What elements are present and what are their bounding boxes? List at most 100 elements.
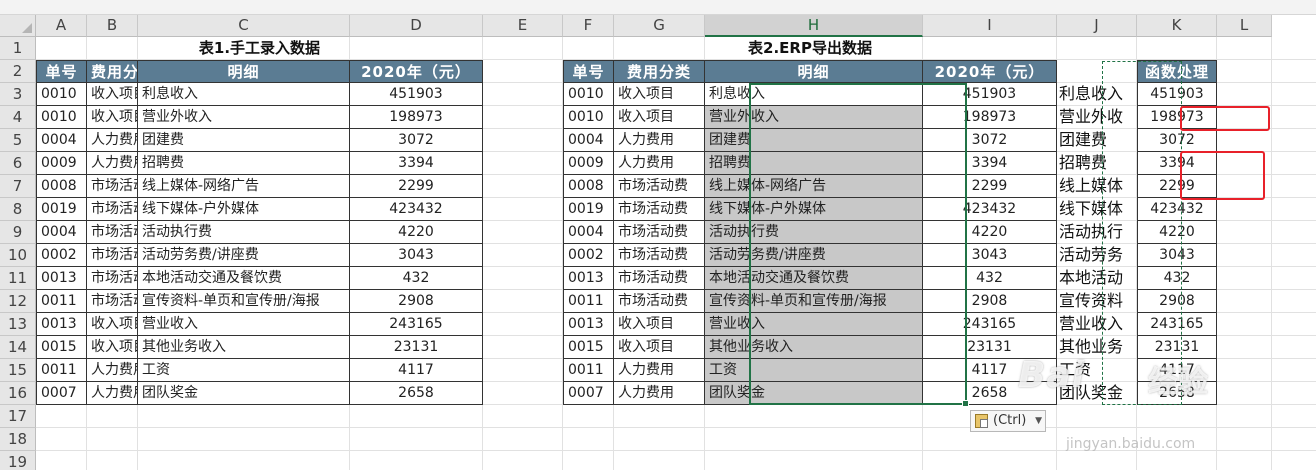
- table1-cell[interactable]: 人力费用: [87, 359, 138, 382]
- table2-cell[interactable]: 市场活动费: [614, 267, 705, 290]
- table2-cell[interactable]: 0004: [563, 129, 614, 152]
- table1-cell[interactable]: 利息收入: [138, 83, 350, 106]
- table1-cell[interactable]: 人力费用: [87, 129, 138, 152]
- table1-title[interactable]: 表1.手工录入数据: [36, 37, 483, 60]
- row-header-13[interactable]: 13: [0, 313, 36, 336]
- table1-cell[interactable]: 团建费: [138, 129, 350, 152]
- table1-cell[interactable]: 0015: [36, 336, 87, 359]
- row-header-7[interactable]: 7: [0, 175, 36, 198]
- table2-cell[interactable]: 市场活动费: [614, 175, 705, 198]
- table2-cell[interactable]: 人力费用: [614, 359, 705, 382]
- table2-header-1[interactable]: 费用分类: [614, 60, 705, 83]
- column-header-e[interactable]: E: [483, 15, 563, 37]
- table1-cell[interactable]: 收入项目: [87, 336, 138, 359]
- table1-cell[interactable]: 0004: [36, 221, 87, 244]
- table1-cell[interactable]: 4117: [350, 359, 483, 382]
- table1-cell[interactable]: 0009: [36, 152, 87, 175]
- table1-cell[interactable]: 0010: [36, 106, 87, 129]
- table1-cell[interactable]: 工资: [138, 359, 350, 382]
- table2-cell[interactable]: 0009: [563, 152, 614, 175]
- table2-cell[interactable]: 市场活动费: [614, 198, 705, 221]
- column-header-g[interactable]: G: [614, 15, 705, 37]
- table1-cell[interactable]: 人力费用: [87, 382, 138, 405]
- table2-cell[interactable]: 收入项目: [614, 106, 705, 129]
- column-header-l[interactable]: L: [1217, 15, 1272, 37]
- select-all-corner[interactable]: [0, 15, 36, 37]
- row-header-1[interactable]: 1: [0, 37, 36, 60]
- table1-cell[interactable]: 营业外收入: [138, 106, 350, 129]
- table1-header-3[interactable]: 2020年（元）: [350, 60, 483, 83]
- table1-cell[interactable]: 2658: [350, 382, 483, 405]
- table2-cell[interactable]: 收入项目: [614, 83, 705, 106]
- row-header-3[interactable]: 3: [0, 83, 36, 106]
- table2-cell[interactable]: 市场活动费: [614, 290, 705, 313]
- table2-cell[interactable]: 0019: [563, 198, 614, 221]
- column-header-i[interactable]: I: [923, 15, 1057, 37]
- table1-header-1[interactable]: 费用分类: [87, 60, 138, 83]
- table1-cell[interactable]: 市场活动费: [87, 175, 138, 198]
- column-header-b[interactable]: B: [87, 15, 138, 37]
- row-header-4[interactable]: 4: [0, 106, 36, 129]
- column-header-f[interactable]: F: [563, 15, 614, 37]
- table1-cell[interactable]: 2908: [350, 290, 483, 313]
- table2-cell[interactable]: 人力费用: [614, 382, 705, 405]
- table1-cell[interactable]: 0011: [36, 290, 87, 313]
- table1-cell[interactable]: 0002: [36, 244, 87, 267]
- table1-cell[interactable]: 423432: [350, 198, 483, 221]
- table1-cell[interactable]: 3394: [350, 152, 483, 175]
- table1-cell[interactable]: 市场活动费: [87, 267, 138, 290]
- row-header-9[interactable]: 9: [0, 221, 36, 244]
- row-header-10[interactable]: 10: [0, 244, 36, 267]
- table1-cell[interactable]: 线下媒体-户外媒体: [138, 198, 350, 221]
- row-header-8[interactable]: 8: [0, 198, 36, 221]
- table1-cell[interactable]: 0011: [36, 359, 87, 382]
- row-header-14[interactable]: 14: [0, 336, 36, 359]
- table1-cell[interactable]: 0010: [36, 83, 87, 106]
- table1-cell[interactable]: 线上媒体-网络广告: [138, 175, 350, 198]
- table1-cell[interactable]: 人力费用: [87, 152, 138, 175]
- table2-cell[interactable]: 0013: [563, 267, 614, 290]
- table1-cell[interactable]: 本地活动交通及餐饮费: [138, 267, 350, 290]
- table2-header-0[interactable]: 单号: [563, 60, 614, 83]
- column-header-k[interactable]: K: [1137, 15, 1217, 37]
- table1-cell[interactable]: 0013: [36, 267, 87, 290]
- row-header-18[interactable]: 18: [0, 428, 36, 451]
- table1-cell[interactable]: 0008: [36, 175, 87, 198]
- table1-cell[interactable]: 243165: [350, 313, 483, 336]
- paste-options-button[interactable]: (Ctrl) ▼: [970, 410, 1046, 432]
- column-header-h[interactable]: H: [705, 15, 923, 37]
- table1-cell[interactable]: 2299: [350, 175, 483, 198]
- table2-cell[interactable]: 0015: [563, 336, 614, 359]
- table1-header-0[interactable]: 单号: [36, 60, 87, 83]
- row-header-15[interactable]: 15: [0, 359, 36, 382]
- table1-cell[interactable]: 收入项目: [87, 313, 138, 336]
- table1-cell[interactable]: 收入项目: [87, 83, 138, 106]
- row-header-2[interactable]: 2: [0, 60, 36, 83]
- table2-cell[interactable]: 0013: [563, 313, 614, 336]
- table1-cell[interactable]: 198973: [350, 106, 483, 129]
- table1-cell[interactable]: 宣传资料-单页和宣传册/海报: [138, 290, 350, 313]
- row-header-19[interactable]: 19: [0, 451, 36, 470]
- table1-cell[interactable]: 3043: [350, 244, 483, 267]
- table1-cell[interactable]: 市场活动费: [87, 198, 138, 221]
- spreadsheet-grid[interactable]: ABCDEFGHIJKL 1 2 3 4 5 6 7 8 9 10 11 12 13 14 15 16 17 18…: [0, 0, 1316, 470]
- row-header-6[interactable]: 6: [0, 152, 36, 175]
- table2-cell[interactable]: 0011: [563, 290, 614, 313]
- table1-cell[interactable]: 团队奖金: [138, 382, 350, 405]
- column-header-d[interactable]: D: [350, 15, 483, 37]
- table2-title[interactable]: 表2.ERP导出数据: [563, 37, 1057, 60]
- column-header-j[interactable]: J: [1057, 15, 1137, 37]
- table1-header-2[interactable]: 明细: [138, 60, 350, 83]
- table2-cell[interactable]: 0002: [563, 244, 614, 267]
- table1-cell[interactable]: 营业收入: [138, 313, 350, 336]
- table2-cell[interactable]: 0004: [563, 221, 614, 244]
- table1-cell[interactable]: 市场活动费: [87, 290, 138, 313]
- column-header-c[interactable]: C: [138, 15, 350, 37]
- table1-cell[interactable]: 4220: [350, 221, 483, 244]
- table2-cell[interactable]: 0010: [563, 83, 614, 106]
- table1-cell[interactable]: 活动劳务费/讲座费: [138, 244, 350, 267]
- row-header-17[interactable]: 17: [0, 405, 36, 428]
- table2-cell[interactable]: 收入项目: [614, 313, 705, 336]
- table1-cell[interactable]: 市场活动费: [87, 221, 138, 244]
- table1-cell[interactable]: 0013: [36, 313, 87, 336]
